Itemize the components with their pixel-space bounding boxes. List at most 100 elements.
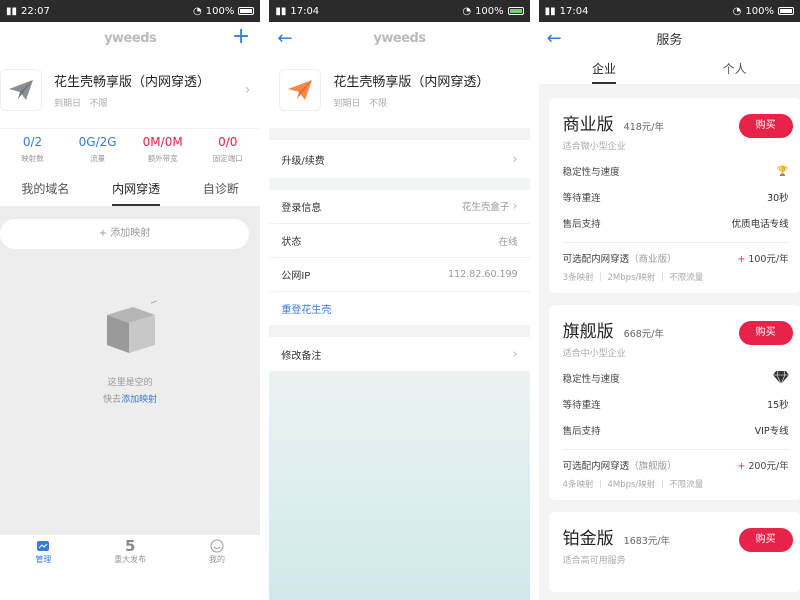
battery-icon xyxy=(238,7,255,15)
buy-button[interactable]: 购买 xyxy=(738,114,793,138)
feature-row: 售后支持 优质电话专线 xyxy=(562,219,789,230)
upgrade-renew-row[interactable]: 升级/续费 › xyxy=(269,140,530,178)
signal-icon: ▮▮ xyxy=(544,5,556,17)
stat-traffic: 0G/2G 流量 xyxy=(78,135,117,163)
plan-audience: 适合微小型企业 xyxy=(562,142,626,152)
addon-option[interactable]: 可选配内网穿透（商业版） + 100元/年 xyxy=(563,251,789,265)
product-header: 花生壳畅享版（内网穿透） 到期日 不限 xyxy=(269,54,530,128)
battery-icon xyxy=(777,7,794,15)
feature-row: 稳定性与速度 🏆 xyxy=(562,165,789,179)
status-bar: ▮▮ 22:07 ◔ 100% xyxy=(0,0,261,22)
manage-icon xyxy=(0,538,87,554)
status-row: 状态 在线 xyxy=(269,224,530,257)
empty-box-icon xyxy=(107,300,158,353)
manage-tabs: 我的域名 内网穿透 自诊断 xyxy=(0,172,261,206)
release-badge-icon: 5 xyxy=(124,537,136,555)
plan-price: 418元/年 xyxy=(623,122,664,133)
feature-row: 售后支持 VIP专线 xyxy=(562,426,789,437)
product-name: 花生壳畅享版（内网穿透） xyxy=(54,75,211,90)
addon-details: 3条映射 ｜ 2Mbps/映射 ｜ 不限流量 xyxy=(562,273,704,283)
feature-row: 等待重连 30秒 xyxy=(562,193,789,204)
nav-release[interactable]: 5 重大发布 xyxy=(87,535,174,569)
back-arrow-icon[interactable]: ← xyxy=(277,28,292,49)
battery-percent: 100% xyxy=(745,5,774,17)
public-ip-value: 112.82.60.199 xyxy=(448,269,518,280)
add-icon[interactable]: + xyxy=(232,26,250,48)
plan-name: 商业版 xyxy=(562,115,614,135)
screen-product-detail: ▮▮ 17:04 ◔ 100% ← yweeds 花生壳畅享版（内网穿透） 到期日 … xyxy=(269,0,530,600)
plus-icon: + xyxy=(98,228,111,239)
paper-plane-icon xyxy=(279,69,322,111)
plan-name: 旗舰版 xyxy=(562,322,614,342)
chevron-right-icon: › xyxy=(512,151,518,167)
screenshot-collage: ▮▮ 22:07 ◔ 100% yweeds + 花生壳畅享版（内网穿透） 到期日 … xyxy=(0,0,800,600)
back-arrow-icon[interactable]: ← xyxy=(547,28,562,49)
bottom-nav: 管理 5 重大发布 我的 xyxy=(0,534,261,569)
add-mapping-button[interactable]: + 添加映射 xyxy=(0,219,249,249)
tab-intranet[interactable]: 内网穿透 xyxy=(112,180,161,206)
plan-card-platinum: 铂金版 1683元/年 购买 适合高可用服务 xyxy=(548,512,800,592)
battery-percent: 100% xyxy=(205,5,235,17)
plan-audience: 适合高可用服务 xyxy=(562,556,626,566)
app-logo: yweeds xyxy=(104,30,157,46)
plan-card-business: 商业版 418元/年 购买 适合微小型企业 稳定性与速度 🏆 等待重连 30秒 售后支… xyxy=(548,98,800,293)
wifi-icon: ◔ xyxy=(732,5,742,17)
page-title: 服务 xyxy=(656,32,683,48)
screen-manage: ▮▮ 22:07 ◔ 100% yweeds + 花生壳畅享版（内网穿透） 到期日 … xyxy=(0,0,261,600)
service-tabs: 企业 个人 xyxy=(538,54,800,84)
product-name: 花生壳畅享版（内网穿透） xyxy=(333,75,490,90)
chevron-right-icon: › xyxy=(244,82,251,98)
feature-row: 稳定性与速度 xyxy=(563,365,789,391)
screen-services: ▮▮ 17:04 ◔ 100% ← 服务 企业 个人 商业版 418元/年 购买 适合… xyxy=(538,0,800,600)
empty-state: 这里是空的 快去添加映射 xyxy=(0,300,260,405)
trophy-icon: 🏆 xyxy=(776,165,789,177)
tab-personal[interactable]: 个人 xyxy=(723,60,747,77)
status-time: 22:07 xyxy=(21,5,50,17)
app-logo: yweeds xyxy=(373,30,426,46)
profile-icon xyxy=(174,538,261,554)
diamond-icon xyxy=(772,370,789,387)
empty-hint: 快去添加映射 xyxy=(103,395,158,405)
mapping-list-area: + 添加映射 这里是空的 快去添加映射 管理 5 重大发布 我的 xyxy=(0,206,261,569)
tab-self-diagnosis[interactable]: 自诊断 xyxy=(203,180,239,206)
tab-enterprise[interactable]: 企业 xyxy=(591,60,616,84)
battery-icon xyxy=(507,7,524,15)
nav-mine[interactable]: 我的 xyxy=(174,535,261,569)
chevron-right-icon: › xyxy=(512,199,518,214)
plan-name: 铂金版 xyxy=(562,529,614,549)
status-bar: ▮▮ 17:04 ◔ 100% xyxy=(269,0,530,22)
empty-text: 这里是空的 xyxy=(107,378,153,388)
wifi-icon: ◔ xyxy=(193,5,202,17)
wifi-icon: ◔ xyxy=(462,5,472,17)
login-info-row[interactable]: 登录信息 花生壳盒子 › xyxy=(269,190,530,223)
paper-plane-icon xyxy=(0,69,42,111)
product-expiry: 到期日 不限 xyxy=(54,99,108,109)
plan-price: 1683元/年 xyxy=(623,536,671,547)
top-nav: ← 服务 xyxy=(538,22,800,54)
plan-price: 668元/年 xyxy=(623,329,664,340)
stat-bandwidth: 0M/0M 额外带宽 xyxy=(142,135,183,163)
status-value: 在线 xyxy=(498,236,518,248)
add-mapping-link[interactable]: 添加映射 xyxy=(121,395,157,405)
status-time: 17:04 xyxy=(290,5,320,17)
tab-my-domains[interactable]: 我的域名 xyxy=(21,180,69,206)
plan-card-flagship: 旗舰版 668元/年 购买 适合中小型企业 稳定性与速度 等待重连 15秒 售后支持… xyxy=(548,305,800,500)
status-bar: ▮▮ 17:04 ◔ 100% xyxy=(538,0,800,22)
usage-stats: 0/2 映射数 0G/2G 流量 0M/0M 额外带宽 0/0 固定端口 xyxy=(0,128,261,172)
buy-button[interactable]: 购买 xyxy=(738,528,793,552)
plan-audience: 适合中小型企业 xyxy=(562,349,626,359)
relogin-button[interactable]: 重登花生壳 xyxy=(269,292,530,325)
stat-mappings: 0/2 映射数 xyxy=(21,135,44,163)
product-expiry: 到期日 不限 xyxy=(333,99,387,109)
battery-percent: 100% xyxy=(475,5,504,17)
product-header[interactable]: 花生壳畅享版（内网穿透） 到期日 不限 › xyxy=(0,54,261,128)
feature-row: 等待重连 15秒 xyxy=(562,400,789,411)
signal-icon: ▮▮ xyxy=(6,5,18,17)
buy-button[interactable]: 购买 xyxy=(738,321,793,345)
top-nav: yweeds + xyxy=(0,22,261,54)
edit-note-row[interactable]: 修改备注 › xyxy=(269,337,530,371)
addon-option[interactable]: 可选配内网穿透（旗舰版） + 200元/年 xyxy=(563,458,789,472)
stat-ports: 0/0 固定端口 xyxy=(212,135,243,163)
nav-manage[interactable]: 管理 xyxy=(0,535,87,569)
top-nav: ← yweeds xyxy=(269,22,530,54)
